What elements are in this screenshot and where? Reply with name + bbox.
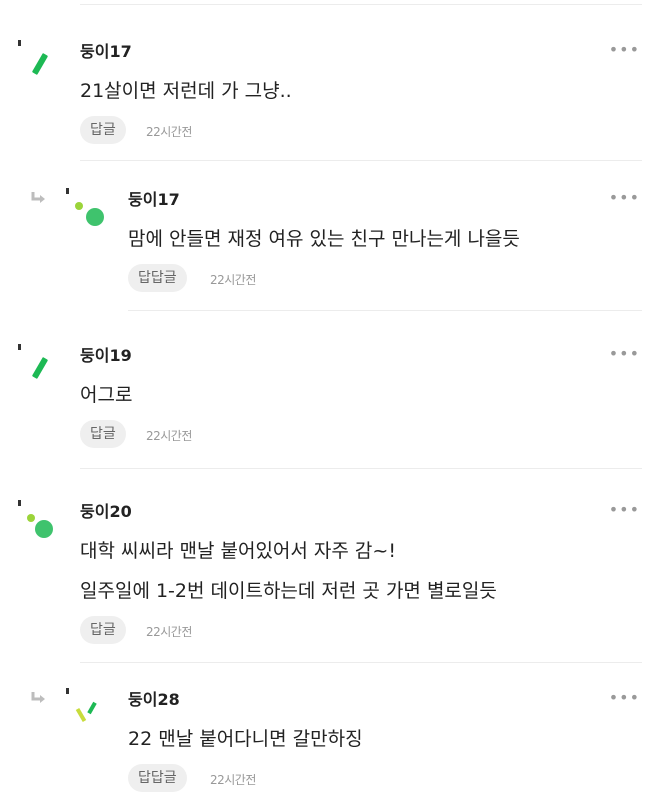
reply-button[interactable]: 답글 [80, 420, 126, 448]
timestamp: 22시간전 [210, 773, 256, 787]
more-options-icon[interactable]: ••• [609, 188, 640, 207]
more-options-icon[interactable]: ••• [609, 688, 640, 707]
comment-item: 둥이17 ••• 21살이면 저런데 가 그냥.. 답글 22시간전 [0, 38, 658, 162]
timestamp: 22시간전 [146, 429, 192, 443]
more-options-icon[interactable]: ••• [609, 40, 640, 59]
more-options-icon[interactable]: ••• [609, 344, 640, 363]
timestamp: 22시간전 [210, 273, 256, 287]
comment-text-line-2: 일주일에 1-2번 데이트하는데 저런 곳 가면 별로일듯 [80, 580, 497, 602]
avatar[interactable] [18, 38, 58, 82]
timestamp: 22시간전 [146, 125, 192, 139]
nickname[interactable]: 둥이28 [128, 686, 180, 710]
comment-item: 둥이19 ••• 어그로 답글 22시간전 [0, 342, 658, 469]
avatar[interactable] [66, 686, 106, 730]
comment-text: 22 맨날 붙어다니면 갈만하징 [128, 728, 363, 750]
timestamp: 22시간전 [146, 625, 192, 639]
divider [80, 468, 642, 469]
avatar[interactable] [66, 186, 106, 230]
reply-arrow-icon [30, 190, 48, 204]
nickname[interactable]: 둥이17 [128, 186, 180, 210]
reply-item: 둥이28 ••• 22 맨날 붙어다니면 갈만하징 답답글 22시간전 [0, 686, 658, 802]
reply-button[interactable]: 답답글 [128, 264, 187, 292]
avatar[interactable] [18, 342, 58, 386]
comment-text: 맘에 안들면 재정 여유 있는 친구 만나는게 나을듯 [128, 228, 520, 250]
comment-text: 21살이면 저런데 가 그냥.. [80, 80, 292, 102]
avatar[interactable] [18, 498, 58, 542]
reply-button[interactable]: 답글 [80, 116, 126, 144]
comment-text-line-1: 대학 씨씨라 맨날 붙어있어서 자주 감~! [80, 540, 396, 562]
nickname[interactable]: 둥이17 [80, 38, 132, 62]
nickname[interactable]: 둥이19 [80, 342, 132, 366]
top-divider [80, 4, 642, 5]
comment-text: 어그로 [80, 384, 133, 406]
reply-button[interactable]: 답글 [80, 616, 126, 644]
divider [128, 310, 642, 311]
reply-button[interactable]: 답답글 [128, 764, 187, 792]
more-options-icon[interactable]: ••• [609, 500, 640, 519]
reply-item: 둥이17 ••• 맘에 안들면 재정 여유 있는 친구 만나는게 나을듯 답답글… [0, 186, 658, 312]
reply-arrow-icon [30, 690, 48, 704]
comment-item: 둥이20 ••• 대학 씨씨라 맨날 붙어있어서 자주 감~! 일주일에 1-2… [0, 498, 658, 664]
nickname[interactable]: 둥이20 [80, 498, 132, 522]
divider [80, 160, 642, 161]
divider [80, 662, 642, 663]
